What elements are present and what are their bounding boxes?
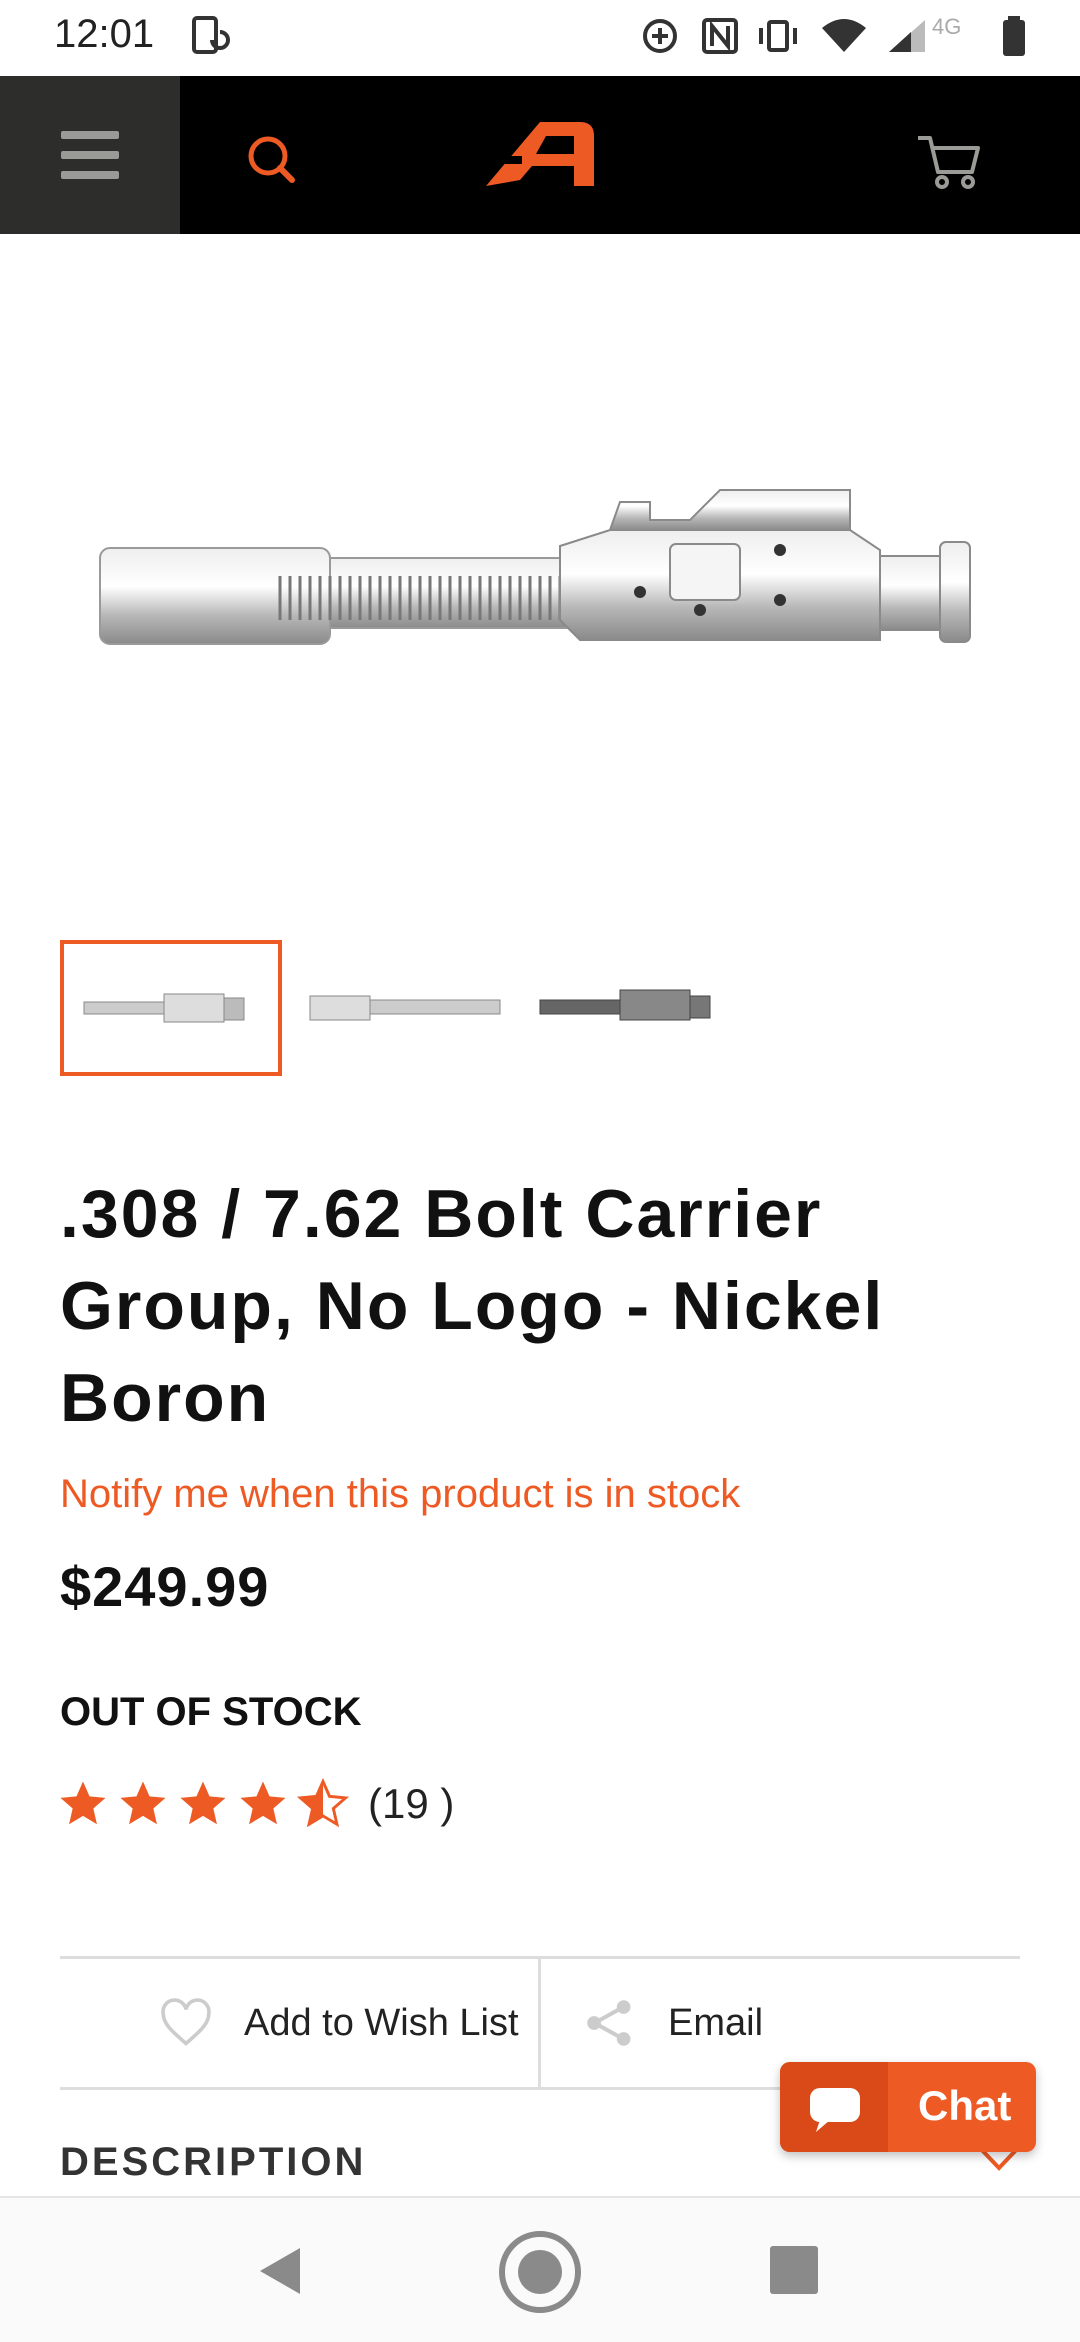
wishlist-label: Add to Wish List — [244, 2001, 519, 2044]
chat-label: Chat — [918, 2082, 1012, 2129]
chat-bubble-icon — [810, 2088, 860, 2132]
status-time: 12:01 — [54, 12, 155, 56]
email-button[interactable]: Email — [582, 1993, 763, 2053]
hamburger-menu-icon-line — [61, 151, 119, 159]
nfc-icon — [702, 18, 738, 54]
brand-logo-icon[interactable] — [480, 116, 600, 196]
thumbnail-1[interactable] — [60, 940, 282, 1076]
system-nav-bar — [0, 2196, 1080, 2342]
signal-icon — [889, 20, 925, 52]
chat-button[interactable]: Chat — [780, 2062, 1036, 2152]
hamburger-menu-icon-line — [61, 171, 119, 179]
divider — [538, 1959, 541, 2087]
stock-status: OUT OF STOCK — [60, 1690, 362, 1734]
description-header[interactable]: DESCRIPTION — [60, 2140, 366, 2185]
screen-rotate-icon — [192, 16, 230, 54]
share-icon — [587, 2000, 631, 2046]
product-title: .308 / 7.62 Bolt Carrier Group, No Logo … — [60, 1176, 885, 1436]
star-full-icon — [180, 1781, 226, 1825]
product-image[interactable] — [80, 460, 1000, 680]
home-icon[interactable] — [496, 2228, 584, 2316]
search-icon[interactable] — [230, 120, 310, 200]
star-full-icon — [240, 1781, 286, 1825]
star-full-icon — [120, 1781, 166, 1825]
thumbnail-strip — [60, 940, 760, 1080]
network-type: 4G — [932, 14, 962, 39]
star-full-icon — [60, 1781, 106, 1825]
notify-stock-link[interactable]: Notify me when this product is in stock — [60, 1472, 740, 1517]
rating[interactable]: (19 ) — [56, 1774, 454, 1834]
wifi-icon — [822, 19, 866, 52]
thumbnail-2[interactable] — [290, 940, 512, 1076]
chat-icon-wrap — [780, 2062, 888, 2152]
star-half-icon — [296, 1777, 350, 1828]
add-to-wishlist-button[interactable]: Add to Wish List — [158, 1993, 519, 2053]
heart-icon — [161, 1998, 211, 2046]
product-price: $249.99 — [60, 1555, 270, 1618]
thumbnail-3[interactable] — [520, 940, 742, 1076]
battery-icon — [1003, 16, 1025, 56]
menu-button[interactable] — [0, 76, 180, 234]
site-header — [0, 76, 1080, 234]
vibrate-icon — [759, 20, 797, 52]
review-count[interactable]: (19 ) — [368, 1780, 454, 1828]
status-bar: 12:01 4G — [0, 0, 1080, 76]
recents-icon[interactable] — [770, 2246, 818, 2294]
email-label: Email — [668, 2001, 764, 2044]
hamburger-menu-icon — [61, 131, 119, 139]
cart-icon[interactable] — [910, 120, 990, 200]
back-icon[interactable] — [254, 2244, 308, 2298]
data-saver-icon — [643, 19, 677, 53]
